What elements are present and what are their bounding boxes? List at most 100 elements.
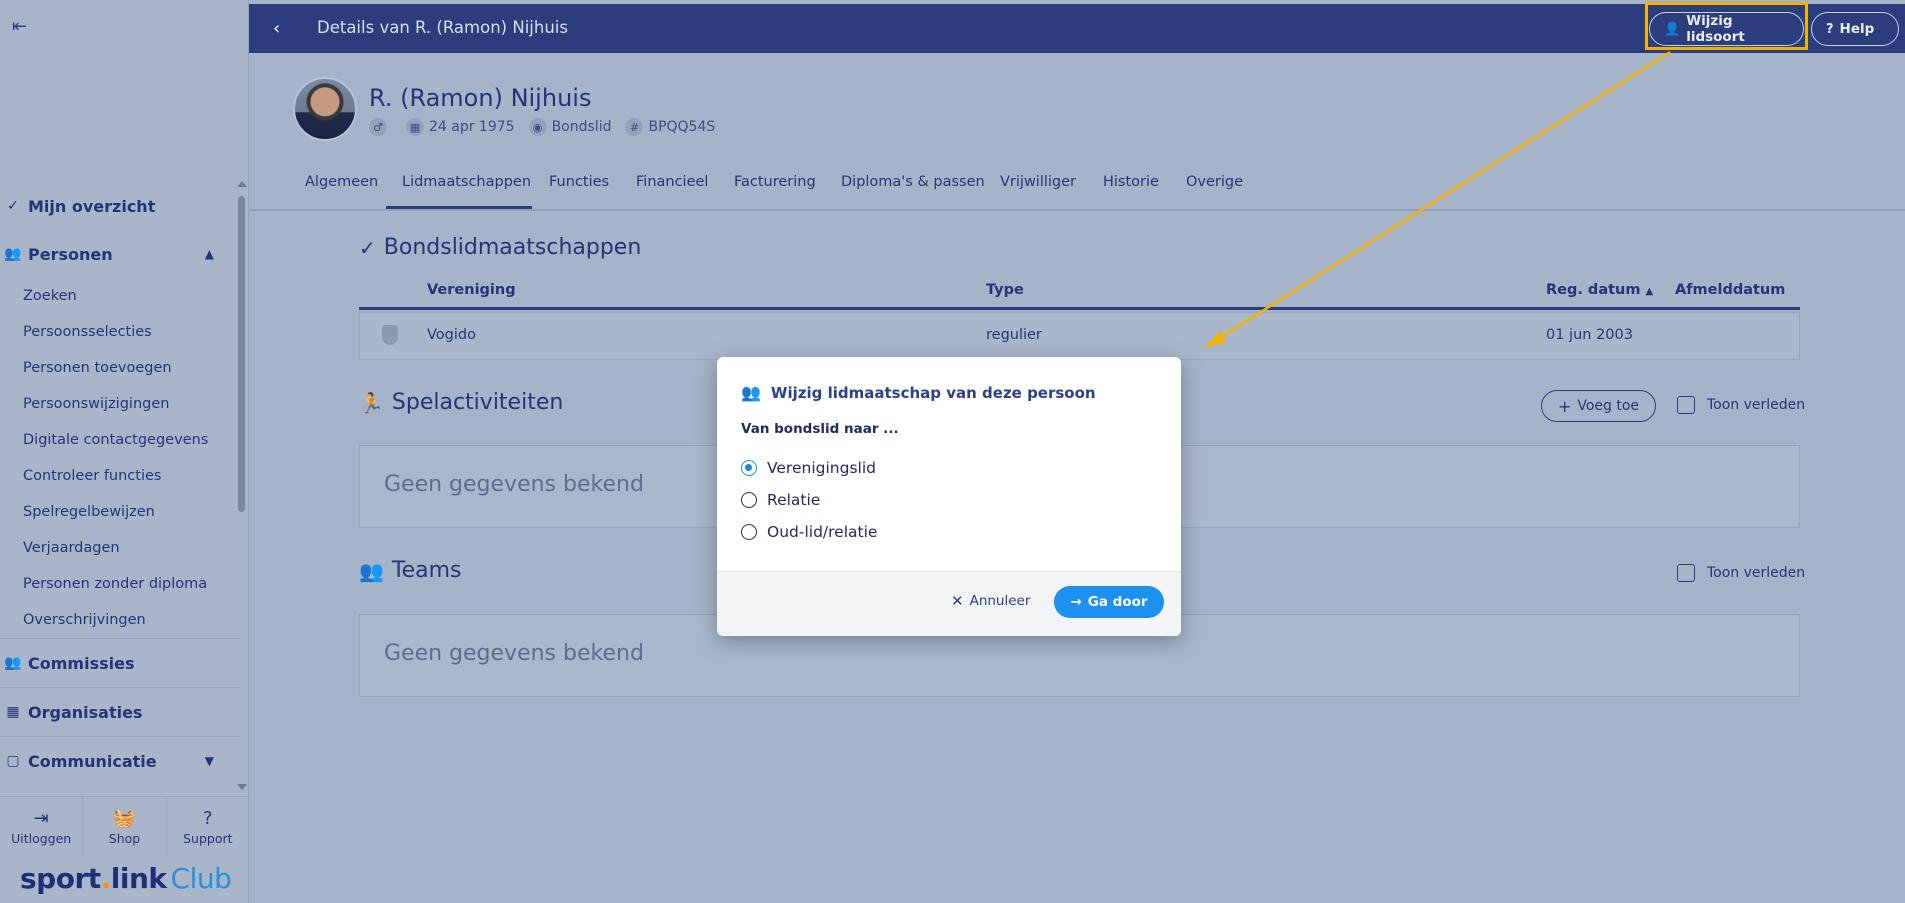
sidebar-subitem-zoeken[interactable]: Zoeken [0,278,240,314]
ga-door-button[interactable]: → Ga door [1054,586,1164,618]
checkbox[interactable] [1677,396,1695,414]
column-vereniging[interactable]: Vereniging [427,282,516,298]
chat-icon: ▢ [6,753,20,769]
shield-icon [382,325,398,345]
relation-code: BPQQ54S [648,119,716,135]
sort-asc-icon: ▲ [1645,286,1654,297]
dialog-title: 👥 Wijzig lidmaatschap van deze persoon [741,383,1096,402]
person-name: R. (Ramon) Nijhuis [369,84,592,112]
question-icon: ? [1826,21,1834,37]
dialog-subtitle: Van bondslid naar ... [741,421,899,437]
shop-button[interactable]: 🧺 Shop [83,797,167,856]
sidebar-subitem-persoonsselecties[interactable]: Persoonsselecties [0,314,240,350]
check-circle-icon: ✓ [359,235,376,260]
people-icon: 👥 [4,246,22,262]
tab-algemeen[interactable]: Algemeen [305,174,378,190]
toon-verleden-spel-toggle[interactable]: Toon verleden [1677,396,1805,414]
people-icon: ◉ [528,118,547,136]
column-afmelddatum[interactable]: Afmelddatum [1675,282,1785,298]
sidebar-nav: ✓ Mijn overzicht 👥 Personen ▲ Zoeken Per… [0,182,240,792]
dialog-title-text: Wijzig lidmaatschap van deze persoon [770,383,1096,402]
support-button[interactable]: ? Support [167,797,249,856]
sidebar-item-personen[interactable]: 👥 Personen ▲ [0,230,240,278]
sidebar-item-label: Commissies [28,653,135,673]
tab-diplomas-passen[interactable]: Diploma's & passen [841,174,985,190]
section-teams: 👥 Teams [359,558,462,583]
checkbox[interactable] [1677,564,1695,582]
sidebar-item-label: Mijn overzicht [28,196,156,216]
logo-link-text: link [110,862,167,895]
back-arrow-icon[interactable]: ‹ [273,18,280,39]
tab-vrijwilliger[interactable]: Vrijwilliger [1000,174,1076,190]
radio-selected[interactable] [741,460,757,476]
sportlink-club-logo: sport.link Club [20,862,232,895]
member-type: Bondslid [551,119,612,135]
sidebar-subitem-verjaardagen[interactable]: Verjaardagen [0,530,240,566]
logout-button[interactable]: ⇥ Uitloggen [0,797,84,856]
dialog-footer: ✕ Annuleer → Ga door [717,571,1181,636]
sidebar-item-organisaties[interactable]: ▦ Organisaties [0,688,240,736]
tab-lidmaatschappen[interactable]: Lidmaatschappen [402,174,531,190]
cell-type: regulier [986,327,1042,343]
tab-historie[interactable]: Historie [1103,174,1159,190]
people-icon: 👥 [741,383,761,402]
option-label: Oud-lid/relatie [767,523,878,541]
support-label: Support [183,830,233,846]
birthdate: 24 apr 1975 [429,119,515,135]
basket-icon: 🧺 [113,807,136,829]
tab-functies[interactable]: Functies [549,174,609,190]
cell-reg-datum: 01 jun 2003 [1546,327,1633,343]
option-relatie[interactable]: Relatie [741,491,820,509]
close-icon: ✕ [951,592,964,610]
sidebar-subitem-personen-zonder-diploma[interactable]: Personen zonder diploma [0,566,240,602]
tab-overige[interactable]: Overige [1186,174,1243,190]
scroll-up-arrow[interactable] [237,181,247,187]
section-spelactiviteiten: 🏃 Spelactiviteiten [359,390,563,415]
column-type[interactable]: Type [986,282,1024,298]
cancel-label: Annuleer [969,593,1031,609]
collapse-sidebar-icon[interactable]: ⇤ [12,18,32,38]
section-bondslidmaatschappen: ✓ Bondslidmaatschappen [359,235,641,260]
sidebar-item-label: Personen [28,244,113,264]
wijzig-lidmaatschap-dialog: 👥 Wijzig lidmaatschap van deze persoon V… [717,357,1181,636]
option-verenigingslid[interactable]: Verenigingslid [741,459,876,477]
avatar [293,77,357,141]
sidebar-subitem-controleer-functies[interactable]: Controleer functies [0,458,240,494]
tab-facturering[interactable]: Facturering [734,174,816,190]
logo-sport-text: sport [20,862,101,895]
sidebar-subitem-digitale-contactgegevens[interactable]: Digitale contactgegevens [0,422,240,458]
option-oud-lid-relatie[interactable]: Oud-lid/relatie [741,523,877,541]
tab-financieel[interactable]: Financieel [636,174,708,190]
help-button[interactable]: ? Help [1811,12,1899,46]
table-row[interactable]: Vogido regulier 01 jun 2003 [359,312,1800,360]
chevron-down-icon: ▼ [204,754,214,768]
sidebar-subitem-spelregelbewijzen[interactable]: Spelregelbewijzen [0,494,240,530]
tab-bar: Algemeen Lidmaatschappen Functies Financ… [249,166,1905,211]
sidebar-item-communicatie[interactable]: ▢ Communicatie ▼ [0,737,240,785]
logout-icon: ⇥ [33,807,49,829]
check-circle-icon: ✓ [7,198,19,214]
help-label: Help [1839,21,1875,37]
sidebar-item-label: Communicatie [28,751,157,771]
sidebar-item-mijn-overzicht[interactable]: ✓ Mijn overzicht [0,182,240,230]
cancel-button[interactable]: ✕ Annuleer [951,592,1030,610]
logo-dot: . [100,862,112,895]
sidebar-subitem-persoonswijzigingen[interactable]: Persoonswijzigingen [0,386,240,422]
sidebar-item-commissies[interactable]: 👥 Commissies [0,639,240,687]
shop-label: Shop [108,830,141,846]
toon-verleden-teams-toggle[interactable]: Toon verleden [1677,564,1805,582]
section-title: Teams [391,558,462,583]
sidebar-scrollbar[interactable] [238,196,245,512]
active-tab-indicator [386,206,532,209]
voeg-toe-button[interactable]: + Voeg toe [1541,390,1656,422]
sidebar-bottom-bar: ⇥ Uitloggen 🧺 Shop ? Support [0,796,249,856]
sidebar-subitem-overschrijvingen[interactable]: Overschrijvingen [0,602,240,638]
scroll-down-arrow[interactable] [237,784,247,790]
sidebar: ⇤ ✓ Mijn overzicht 👥 Personen ▲ Zoeken P… [0,0,249,903]
people-icon: 👥 [359,558,384,583]
radio[interactable] [741,524,757,540]
radio[interactable] [741,492,757,508]
column-reg-datum[interactable]: Reg. datum ▲ [1546,282,1653,298]
logo-club-text: Club [170,862,232,895]
sidebar-subitem-personen-toevoegen[interactable]: Personen toevoegen [0,350,240,386]
